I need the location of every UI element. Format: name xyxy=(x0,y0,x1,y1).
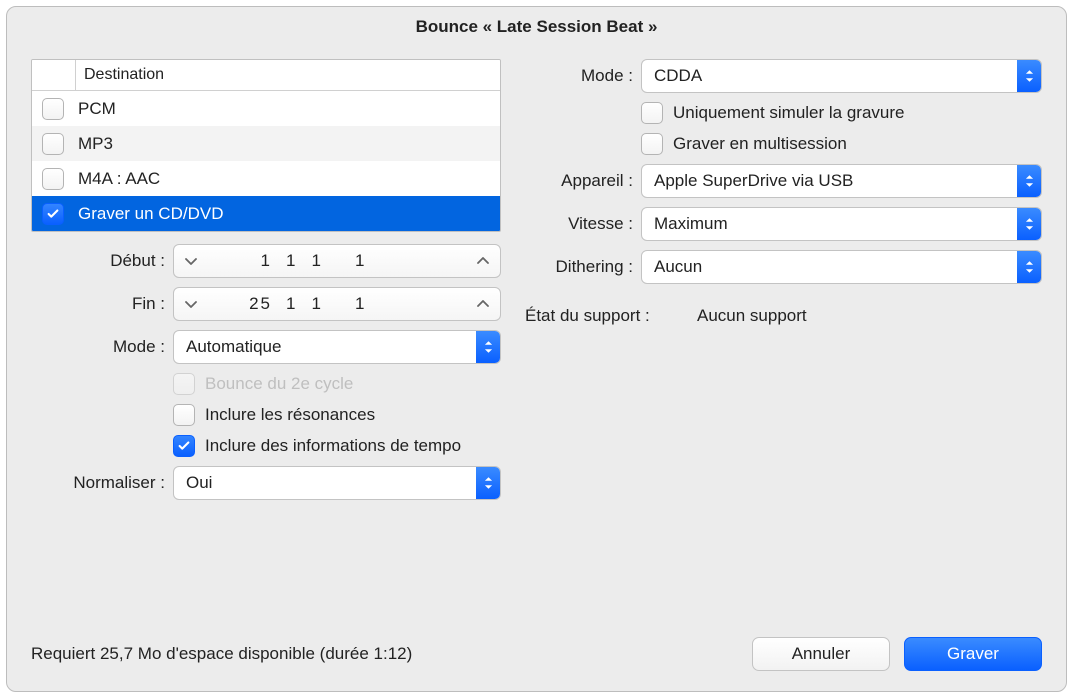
opt-multisession-label: Graver en multisession xyxy=(673,134,847,154)
updown-icon xyxy=(1017,208,1041,240)
opt-multisession-row[interactable]: Graver en multisession xyxy=(641,133,1042,155)
chevron-down-icon[interactable] xyxy=(174,245,208,277)
media-status-value: Aucun support xyxy=(697,306,807,326)
updown-icon xyxy=(1017,251,1041,283)
destination-row-burn[interactable]: Graver un CD/DVD xyxy=(32,196,500,231)
window-title: Bounce « Late Session Beat » xyxy=(7,7,1066,59)
updown-icon xyxy=(476,467,500,499)
updown-icon xyxy=(476,331,500,363)
device-value: Apple SuperDrive via USB xyxy=(642,171,853,191)
opt-tempo-checkbox[interactable] xyxy=(173,435,195,457)
opt-tempo-row[interactable]: Inclure des informations de tempo xyxy=(173,435,501,457)
start-label: Début : xyxy=(31,251,165,271)
updown-icon xyxy=(1017,60,1041,92)
destination-row-m4a[interactable]: M4A : AAC xyxy=(32,161,500,196)
mode-left-value: Automatique xyxy=(174,337,281,357)
destination-checkbox-pcm[interactable] xyxy=(42,98,64,120)
destination-label: M4A : AAC xyxy=(78,169,160,189)
destination-header: Destination xyxy=(32,60,500,91)
end-value[interactable]: 25 1 1 1 xyxy=(208,294,466,314)
opt-tails-checkbox[interactable] xyxy=(173,404,195,426)
destination-checkbox-m4a[interactable] xyxy=(42,168,64,190)
opt-tails-label: Inclure les résonances xyxy=(205,405,375,425)
opt-cycle-checkbox xyxy=(173,373,195,395)
start-stepper[interactable]: 1 1 1 1 xyxy=(173,244,501,278)
destination-row-mp3[interactable]: MP3 xyxy=(32,126,500,161)
start-value[interactable]: 1 1 1 1 xyxy=(208,251,466,271)
updown-icon xyxy=(1017,165,1041,197)
destination-checkbox-mp3[interactable] xyxy=(42,133,64,155)
mode-right-select[interactable]: CDDA xyxy=(641,59,1042,93)
device-select[interactable]: Apple SuperDrive via USB xyxy=(641,164,1042,198)
device-label: Appareil : xyxy=(525,171,633,191)
normalize-label: Normaliser : xyxy=(31,473,165,493)
chevron-down-icon[interactable] xyxy=(174,288,208,320)
speed-select[interactable]: Maximum xyxy=(641,207,1042,241)
destination-label: Graver un CD/DVD xyxy=(78,204,223,224)
destination-row-pcm[interactable]: PCM xyxy=(32,91,500,126)
dither-select[interactable]: Aucun xyxy=(641,250,1042,284)
normalize-value: Oui xyxy=(174,473,212,493)
chevron-up-icon[interactable] xyxy=(466,245,500,277)
normalize-select[interactable]: Oui xyxy=(173,466,501,500)
opt-cycle-label: Bounce du 2e cycle xyxy=(205,374,353,394)
destination-label: PCM xyxy=(78,99,116,119)
mode-right-value: CDDA xyxy=(642,66,702,86)
dither-label: Dithering : xyxy=(525,257,633,277)
opt-simulate-label: Uniquement simuler la gravure xyxy=(673,103,905,123)
requires-text: Requiert 25,7 Mo d'espace disponible (du… xyxy=(31,644,412,664)
opt-simulate-row[interactable]: Uniquement simuler la gravure xyxy=(641,102,1042,124)
destination-header-label: Destination xyxy=(76,66,164,84)
chevron-up-icon[interactable] xyxy=(466,288,500,320)
media-status-label: État du support : xyxy=(525,306,691,326)
destination-label: MP3 xyxy=(78,134,113,154)
destination-checkbox-burn[interactable] xyxy=(42,203,64,225)
burn-button[interactable]: Graver xyxy=(904,637,1042,671)
cancel-button[interactable]: Annuler xyxy=(752,637,890,671)
speed-value: Maximum xyxy=(642,214,728,234)
destination-table: Destination PCM MP3 M4A : AAC Graver un … xyxy=(31,59,501,232)
end-stepper[interactable]: 25 1 1 1 xyxy=(173,287,501,321)
mode-right-label: Mode : xyxy=(525,66,633,86)
dither-value: Aucun xyxy=(642,257,702,277)
opt-simulate-checkbox[interactable] xyxy=(641,102,663,124)
mode-left-select[interactable]: Automatique xyxy=(173,330,501,364)
end-label: Fin : xyxy=(31,294,165,314)
speed-label: Vitesse : xyxy=(525,214,633,234)
opt-cycle-row: Bounce du 2e cycle xyxy=(173,373,501,395)
opt-tempo-label: Inclure des informations de tempo xyxy=(205,436,461,456)
mode-left-label: Mode : xyxy=(31,337,165,357)
bounce-dialog: Bounce « Late Session Beat » Destination… xyxy=(6,6,1067,692)
media-status: État du support : Aucun support xyxy=(525,306,1042,326)
opt-multisession-checkbox[interactable] xyxy=(641,133,663,155)
opt-tails-row[interactable]: Inclure les résonances xyxy=(173,404,501,426)
